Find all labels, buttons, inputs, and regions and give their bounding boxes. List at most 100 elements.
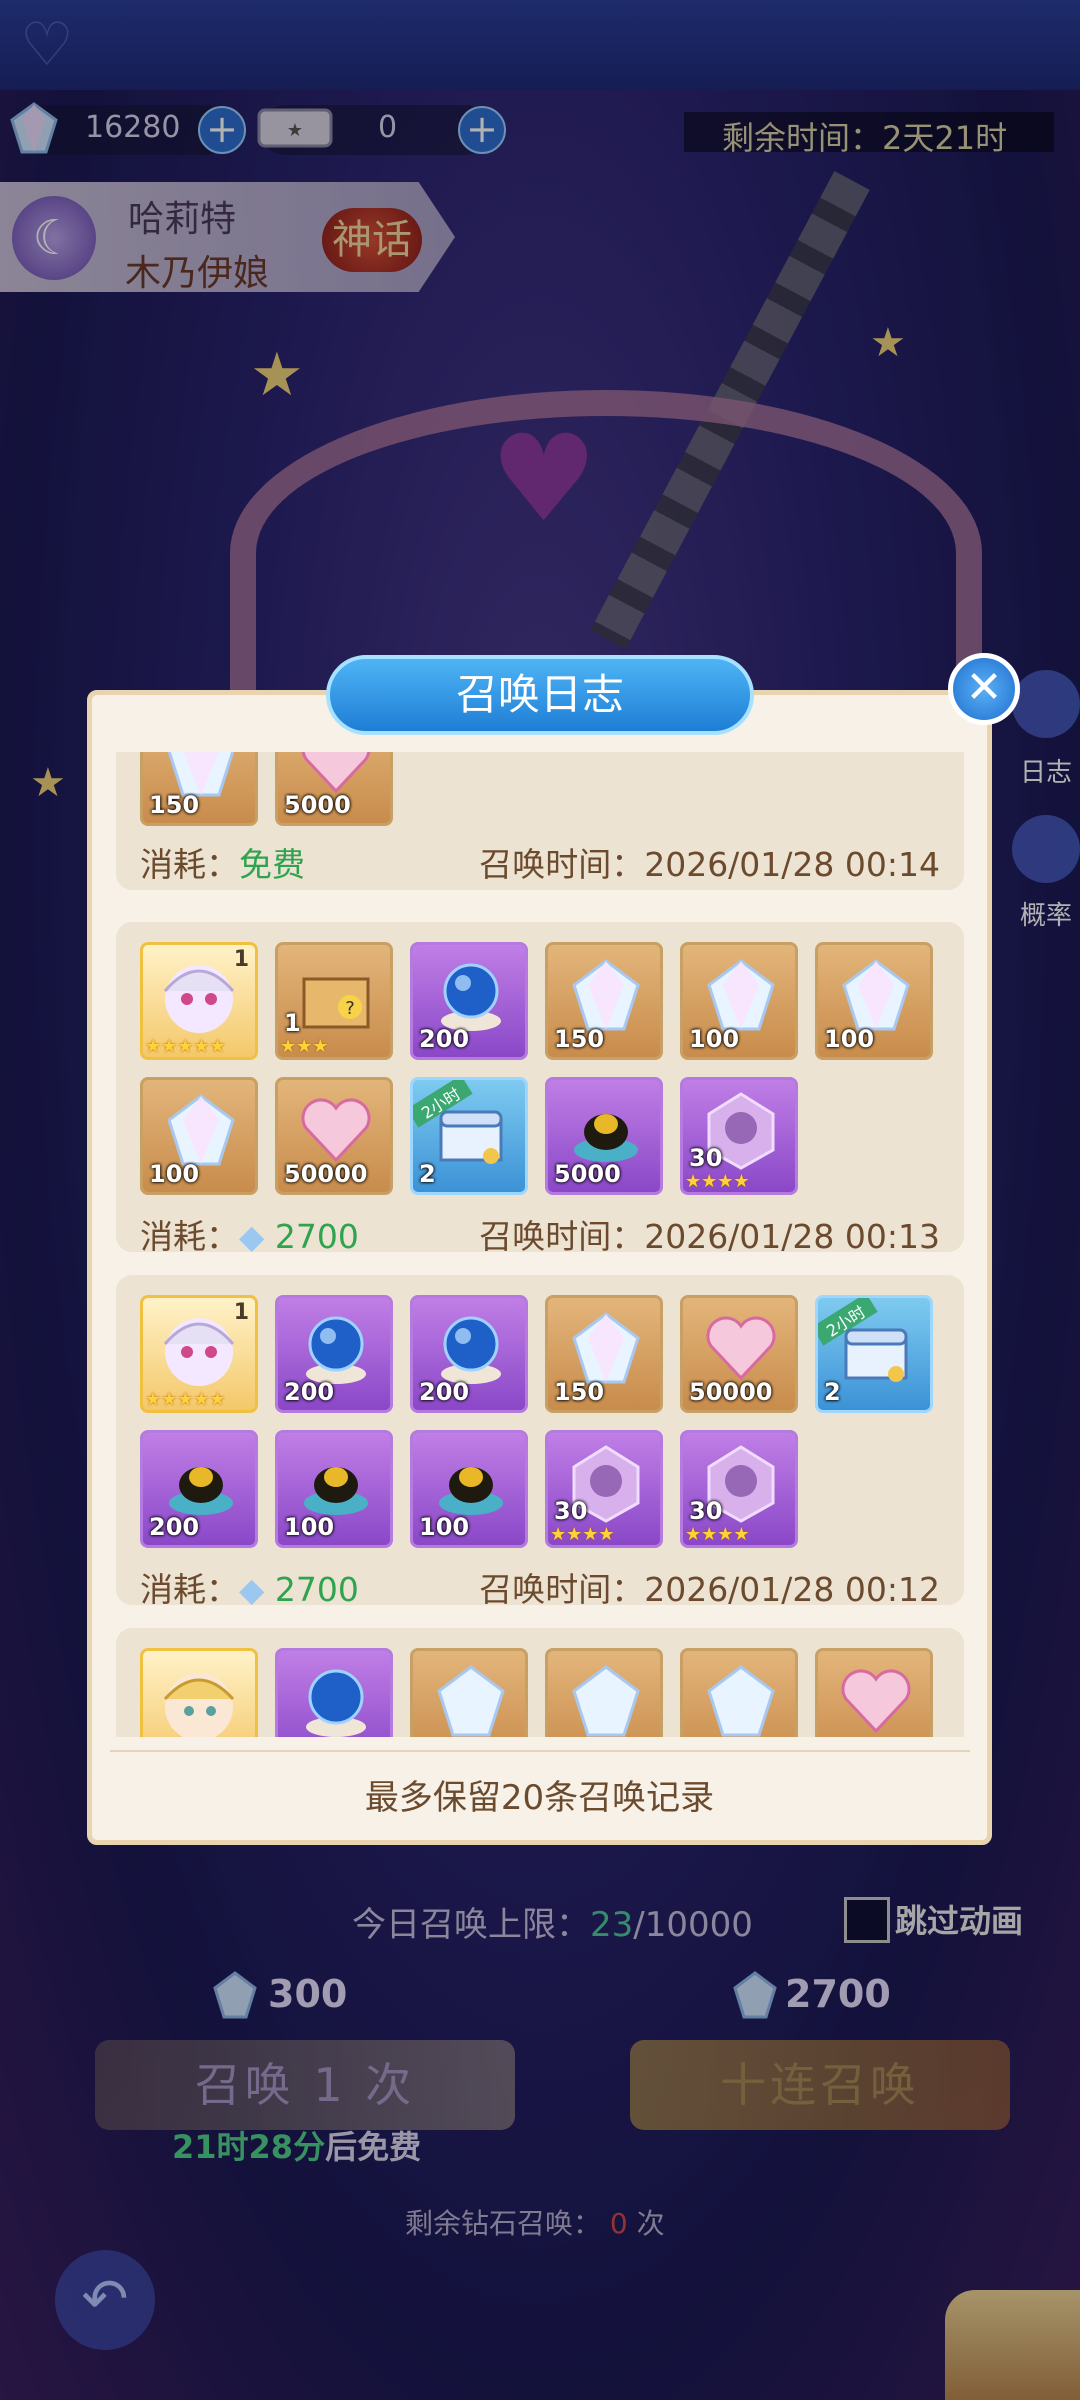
item-qty: 200: [284, 1378, 335, 1406]
item-qty: 100: [284, 1513, 335, 1541]
crystal-orb-icon: [306, 1669, 366, 1737]
reward-item[interactable]: 100: [680, 942, 798, 1060]
log-record: 1 ★★★★★ 200 200 150 50000 2小时 2 200 100 …: [116, 1275, 964, 1609]
reward-item[interactable]: [275, 1648, 393, 1737]
item-qty: 5000: [554, 1160, 621, 1188]
star-rating: ★★★★: [685, 1171, 750, 1192]
item-qty: 5000: [284, 791, 351, 819]
reward-item[interactable]: 30 ★★★★: [545, 1430, 663, 1548]
hero-portrait-icon: [163, 1673, 235, 1737]
reward-item[interactable]: 200: [410, 1295, 528, 1413]
cost-value: 免费: [239, 845, 305, 884]
record-time: 召唤时间：2026/01/28 00:12: [479, 1570, 940, 1609]
reward-item[interactable]: 50000: [275, 1077, 393, 1195]
diamond-icon: ◆: [239, 1217, 265, 1256]
reward-item[interactable]: 5000: [275, 752, 393, 826]
reward-item[interactable]: 100: [140, 1077, 258, 1195]
star-rating: ★★★★: [685, 1524, 750, 1545]
reward-item[interactable]: 2小时 2: [815, 1295, 933, 1413]
svg-text:?: ?: [345, 998, 355, 1019]
reward-item[interactable]: 100: [410, 1430, 528, 1548]
dialog-footer-note: 最多保留20条召唤记录: [364, 1778, 715, 1818]
exp-heart-icon: [841, 1669, 911, 1734]
exp-heart-icon: [706, 1316, 776, 1381]
star-rating: ★★★★: [550, 1524, 615, 1545]
dialog-title: 召唤日志: [326, 655, 754, 735]
reward-item[interactable]: 100: [815, 942, 933, 1060]
gold-egg-icon: [304, 1467, 368, 1515]
diamond-icon: [842, 959, 910, 1031]
item-qty: 30: [689, 1144, 723, 1172]
reward-item[interactable]: 30 ★★★★: [680, 1077, 798, 1195]
record-cost: 消耗：◆ 2700: [140, 1210, 359, 1258]
reward-item[interactable]: ? 1 ★★★: [275, 942, 393, 1060]
diamond-icon: [707, 959, 775, 1031]
exp-heart-icon: [301, 1098, 371, 1163]
diamond-icon: ◆: [239, 1570, 265, 1609]
treasure-chest-icon: [844, 1328, 908, 1382]
reward-item[interactable]: [410, 1648, 528, 1737]
log-record: [116, 1628, 964, 1737]
gold-egg-icon: [169, 1467, 233, 1515]
reward-item[interactable]: 1 ★★★★★: [140, 1295, 258, 1413]
item-qty: 1: [233, 947, 249, 972]
item-qty: 150: [149, 791, 200, 819]
diamond-icon: [572, 959, 640, 1031]
crystal-orb-icon: [441, 963, 501, 1031]
diamond-icon: [167, 1094, 235, 1166]
mystery-box-icon: ?: [302, 977, 370, 1029]
reward-item[interactable]: 200: [140, 1430, 258, 1548]
reward-item[interactable]: 150: [545, 942, 663, 1060]
item-qty: 100: [149, 1160, 200, 1188]
log-record: 1 ★★★★★ ? 1 ★★★ 200 150 100 100 100 5000…: [116, 922, 964, 1256]
reward-item[interactable]: [140, 1648, 258, 1737]
reward-item[interactable]: 2小时 2: [410, 1077, 528, 1195]
item-qty: 100: [419, 1513, 470, 1541]
item-qty: 100: [689, 1025, 740, 1053]
reward-item[interactable]: 30 ★★★★: [680, 1430, 798, 1548]
reward-item[interactable]: [815, 1648, 933, 1737]
item-qty: 200: [149, 1513, 200, 1541]
treasure-chest-icon: [439, 1110, 503, 1164]
footer-divider: [110, 1750, 970, 1752]
item-qty: 200: [419, 1025, 470, 1053]
record-time: 召唤时间：2026/01/28 00:14: [479, 845, 940, 884]
record-time: 召唤时间：2026/01/28 00:13: [479, 1217, 940, 1256]
cost-label: 消耗：: [140, 1217, 239, 1256]
item-qty: 50000: [689, 1378, 773, 1406]
record-cost: 消耗：◆ 2700: [140, 1563, 359, 1611]
reward-item[interactable]: 50000: [680, 1295, 798, 1413]
reward-item[interactable]: 200: [410, 942, 528, 1060]
crystal-orb-icon: [306, 1316, 366, 1384]
gold-egg-icon: [439, 1467, 503, 1515]
item-qty: 30: [689, 1497, 723, 1525]
reward-item[interactable]: [545, 1648, 663, 1737]
item-qty: 50000: [284, 1160, 368, 1188]
cost-label: 消耗：: [140, 1570, 239, 1609]
item-qty: 100: [824, 1025, 875, 1053]
reward-item[interactable]: 1 ★★★★★: [140, 942, 258, 1060]
item-qty: 1: [284, 1009, 301, 1037]
reward-item[interactable]: 150: [545, 1295, 663, 1413]
reward-item[interactable]: 150: [140, 752, 258, 826]
close-icon[interactable]: ✕: [948, 653, 1020, 725]
item-qty: 2: [419, 1160, 436, 1188]
diamond-icon: [437, 1665, 505, 1737]
crystal-orb-icon: [441, 1316, 501, 1384]
cost-value: 2700: [274, 1217, 359, 1256]
diamond-icon: [707, 1665, 775, 1737]
log-record: 150 5000 消耗：免费 召唤时间：2026/01/28 00:14: [116, 752, 964, 890]
item-qty: 150: [554, 1378, 605, 1406]
reward-item[interactable]: 5000: [545, 1077, 663, 1195]
reward-item[interactable]: 200: [275, 1295, 393, 1413]
reward-item[interactable]: 100: [275, 1430, 393, 1548]
star-rating: ★★★: [280, 1036, 329, 1057]
star-rating: ★★★★★: [145, 1036, 226, 1057]
cost-label: 消耗：: [140, 845, 239, 884]
diamond-icon: [572, 1665, 640, 1737]
diamond-icon: [572, 1312, 640, 1384]
reward-item[interactable]: [680, 1648, 798, 1737]
item-qty: 30: [554, 1497, 588, 1525]
log-scroll-area[interactable]: 150 5000 消耗：免费 召唤时间：2026/01/28 00:14 1 ★…: [116, 752, 964, 1737]
item-qty: 1: [233, 1300, 249, 1325]
